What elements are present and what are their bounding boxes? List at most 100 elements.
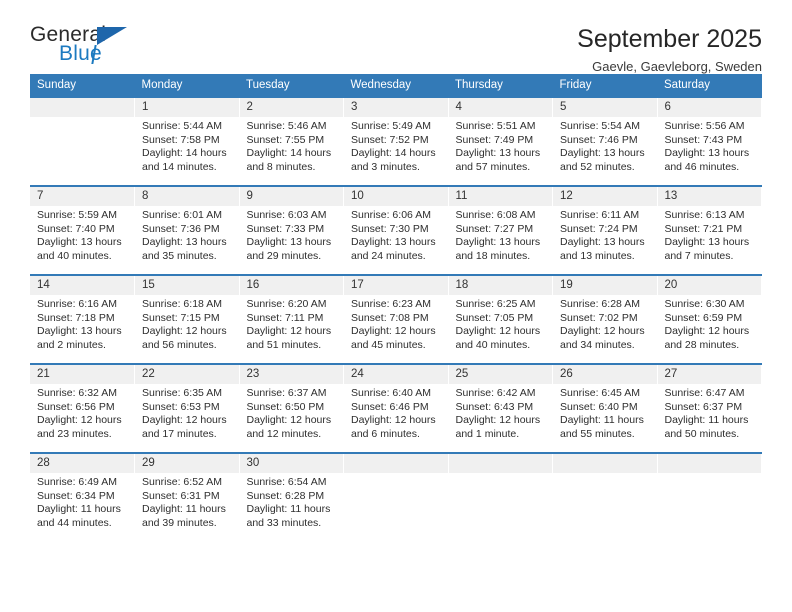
sunrise-text: Sunrise: 5:46 AM <box>246 120 327 132</box>
calendar-day-cell[interactable]: 18 Sunrise: 6:25 AM Sunset: 7:05 PM Dayligh… <box>448 274 553 364</box>
day-details: Sunrise: 6:16 AM Sunset: 7:18 PM Daylight:… <box>30 295 134 352</box>
day-details: Sunrise: 6:52 AM Sunset: 6:31 PM Daylight:… <box>135 473 239 530</box>
sunset-text: Sunset: 6:50 PM <box>246 400 325 413</box>
sunrise-text: Sunrise: 6:32 AM <box>37 387 117 399</box>
calendar-day-cell[interactable]: 11 Sunrise: 6:08 AM Sunset: 7:27 PM Dayligh… <box>448 185 553 275</box>
calendar-day-cell-empty <box>657 452 762 542</box>
day-details: Sunrise: 6:20 AM Sunset: 7:11 PM Daylight:… <box>240 295 344 352</box>
sunrise-text: Sunrise: 5:51 AM <box>455 120 536 132</box>
calendar-day-cell[interactable]: 10 Sunrise: 6:06 AM Sunset: 7:30 PM Dayligh… <box>343 185 449 275</box>
calendar-day-cell[interactable]: 24 Sunrise: 6:40 AM Sunset: 6:46 PM Dayligh… <box>343 363 449 453</box>
calendar-day-cell[interactable]: 17 Sunrise: 6:23 AM Sunset: 7:08 PM Dayligh… <box>343 274 449 364</box>
daylight-text-line1: Daylight: 11 hours <box>37 503 121 516</box>
day-cell-inner: 16 Sunrise: 6:20 AM Sunset: 7:11 PM Dayligh… <box>239 276 344 363</box>
calendar-day-cell[interactable]: 3 Sunrise: 5:49 AM Sunset: 7:52 PM Daylight… <box>343 96 449 186</box>
day-cell-inner: 1 Sunrise: 5:44 AM Sunset: 7:58 PM Daylight… <box>135 98 239 185</box>
calendar-day-cell[interactable]: 13 Sunrise: 6:13 AM Sunset: 7:21 PM Dayligh… <box>657 185 762 275</box>
daylight-text-line2: and 2 minutes. <box>37 338 106 351</box>
calendar-day-cell[interactable]: 12 Sunrise: 6:11 AM Sunset: 7:24 PM Dayligh… <box>552 185 658 275</box>
day-number: 22 <box>135 365 239 384</box>
daylight-text-line2: and 3 minutes. <box>351 160 420 173</box>
day-details: Sunrise: 6:13 AM Sunset: 7:21 PM Daylight:… <box>658 206 762 263</box>
day-details: Sunrise: 6:42 AM Sunset: 6:43 PM Daylight:… <box>449 384 553 441</box>
calendar-day-cell[interactable]: 28 Sunrise: 6:49 AM Sunset: 6:34 PM Dayligh… <box>30 452 135 542</box>
daylight-text-line1: Daylight: 13 hours <box>664 147 750 160</box>
daylight-text-line1: Daylight: 12 hours <box>142 414 227 427</box>
sunrise-text: Sunrise: 6:23 AM <box>351 298 431 310</box>
daylight-text-line1: Daylight: 12 hours <box>455 325 541 338</box>
calendar-day-cell[interactable]: 22 Sunrise: 6:35 AM Sunset: 6:53 PM Dayligh… <box>134 363 240 453</box>
day-cell-inner <box>553 454 657 542</box>
sunrise-text: Sunrise: 6:42 AM <box>455 387 536 399</box>
calendar-day-cell[interactable]: 23 Sunrise: 6:37 AM Sunset: 6:50 PM Dayligh… <box>239 363 344 453</box>
day-cell-inner: 12 Sunrise: 6:11 AM Sunset: 7:24 PM Dayligh… <box>553 187 657 274</box>
calendar-day-cell[interactable]: 21 Sunrise: 6:32 AM Sunset: 6:56 PM Dayligh… <box>30 363 135 453</box>
daylight-text-line1: Daylight: 13 hours <box>455 147 541 160</box>
sunrise-text: Sunrise: 6:11 AM <box>560 209 640 221</box>
calendar-day-cell[interactable]: 6 Sunrise: 5:56 AM Sunset: 7:43 PM Daylight… <box>657 96 762 186</box>
calendar-day-cell[interactable]: 20 Sunrise: 6:30 AM Sunset: 6:59 PM Dayligh… <box>657 274 762 364</box>
calendar-day-cell[interactable]: 25 Sunrise: 6:42 AM Sunset: 6:43 PM Dayligh… <box>448 363 553 453</box>
sunrise-text: Sunrise: 6:47 AM <box>664 387 745 399</box>
day-cell-inner: 6 Sunrise: 5:56 AM Sunset: 7:43 PM Daylight… <box>657 98 762 185</box>
day-cell-inner: 20 Sunrise: 6:30 AM Sunset: 6:59 PM Dayligh… <box>657 276 761 363</box>
sunset-text: Sunset: 6:28 PM <box>246 489 325 502</box>
day-details: Sunrise: 6:18 AM Sunset: 7:15 PM Daylight:… <box>135 295 239 352</box>
sunset-text: Sunset: 7:02 PM <box>560 311 638 324</box>
sunrise-text: Sunrise: 6:01 AM <box>142 209 222 221</box>
sunrise-text: Sunrise: 6:37 AM <box>246 387 327 399</box>
calendar-day-cell[interactable]: 14 Sunrise: 6:16 AM Sunset: 7:18 PM Dayligh… <box>30 274 135 364</box>
calendar-day-cell[interactable]: 29 Sunrise: 6:52 AM Sunset: 6:31 PM Dayligh… <box>134 452 240 542</box>
calendar-day-cell[interactable]: 9 Sunrise: 6:03 AM Sunset: 7:33 PM Daylight… <box>239 185 344 275</box>
calendar-day-cell[interactable]: 15 Sunrise: 6:18 AM Sunset: 7:15 PM Dayligh… <box>134 274 240 364</box>
sunset-text: Sunset: 7:27 PM <box>455 222 534 235</box>
sunrise-text: Sunrise: 6:06 AM <box>351 209 431 221</box>
calendar-day-cell[interactable]: 5 Sunrise: 5:54 AM Sunset: 7:46 PM Daylight… <box>552 96 658 186</box>
weekday-header-tuesday: Tuesday <box>239 74 344 97</box>
calendar-day-cell[interactable]: 26 Sunrise: 6:45 AM Sunset: 6:40 PM Dayligh… <box>552 363 658 453</box>
day-details <box>30 117 134 120</box>
daylight-text-line1: Daylight: 13 hours <box>560 147 645 160</box>
daylight-text-line2: and 35 minutes. <box>142 249 217 262</box>
day-number <box>657 454 761 473</box>
sunset-text: Sunset: 7:30 PM <box>351 222 429 235</box>
day-details <box>658 473 762 476</box>
sunrise-text: Sunrise: 6:16 AM <box>37 298 117 310</box>
sunrise-text: Sunrise: 5:44 AM <box>142 120 222 132</box>
day-details: Sunrise: 5:49 AM Sunset: 7:52 PM Daylight:… <box>344 117 448 174</box>
daylight-text-line2: and 57 minutes. <box>455 160 531 173</box>
calendar-day-cell[interactable]: 1 Sunrise: 5:44 AM Sunset: 7:58 PM Daylight… <box>134 96 240 186</box>
day-cell-inner: 25 Sunrise: 6:42 AM Sunset: 6:43 PM Dayligh… <box>448 365 553 452</box>
calendar-day-cell[interactable]: 30 Sunrise: 6:54 AM Sunset: 6:28 PM Dayligh… <box>239 452 344 542</box>
calendar-body: 1 Sunrise: 5:44 AM Sunset: 7:58 PM Daylight… <box>30 96 762 542</box>
day-number: 18 <box>448 276 552 295</box>
day-number: 8 <box>135 187 239 206</box>
day-number: 1 <box>135 98 239 117</box>
page-header: General Blue September 2025 Gaevle, Gaev… <box>30 0 762 75</box>
calendar-day-cell[interactable]: 2 Sunrise: 5:46 AM Sunset: 7:55 PM Daylight… <box>239 96 344 186</box>
weekday-header-sunday: Sunday <box>30 74 135 97</box>
sunset-text: Sunset: 6:40 PM <box>560 400 638 413</box>
sunset-text: Sunset: 7:33 PM <box>246 222 325 235</box>
weekday-header-row: Sunday Monday Tuesday Wednesday Thursday… <box>30 74 762 97</box>
calendar-day-cell[interactable]: 8 Sunrise: 6:01 AM Sunset: 7:36 PM Daylight… <box>134 185 240 275</box>
calendar-day-cell[interactable]: 16 Sunrise: 6:20 AM Sunset: 7:11 PM Dayligh… <box>239 274 344 364</box>
sunrise-text: Sunrise: 6:52 AM <box>142 476 222 488</box>
calendar-day-cell[interactable]: 27 Sunrise: 6:47 AM Sunset: 6:37 PM Dayligh… <box>657 363 762 453</box>
calendar-day-cell[interactable]: 7 Sunrise: 5:59 AM Sunset: 7:40 PM Daylight… <box>30 185 135 275</box>
day-details: Sunrise: 5:46 AM Sunset: 7:55 PM Daylight:… <box>240 117 344 174</box>
daylight-text-line1: Daylight: 12 hours <box>455 414 541 427</box>
day-details: Sunrise: 5:56 AM Sunset: 7:43 PM Daylight:… <box>658 117 762 174</box>
brand-logo[interactable]: General Blue <box>30 24 150 70</box>
calendar-day-cell[interactable]: 4 Sunrise: 5:51 AM Sunset: 7:49 PM Daylight… <box>448 96 553 186</box>
day-cell-inner: 22 Sunrise: 6:35 AM Sunset: 6:53 PM Dayligh… <box>135 365 239 452</box>
sunset-text: Sunset: 6:53 PM <box>142 400 220 413</box>
daylight-text-line2: and 40 minutes. <box>37 249 112 262</box>
sunset-text: Sunset: 7:05 PM <box>455 311 534 324</box>
sunset-text: Sunset: 7:36 PM <box>142 222 220 235</box>
day-number: 15 <box>135 276 239 295</box>
calendar-day-cell[interactable]: 19 Sunrise: 6:28 AM Sunset: 7:02 PM Dayligh… <box>552 274 658 364</box>
day-number: 27 <box>657 365 761 384</box>
daylight-text-line1: Daylight: 12 hours <box>664 325 750 338</box>
page-subtitle: Gaevle, Gaevleborg, Sweden <box>592 59 762 74</box>
